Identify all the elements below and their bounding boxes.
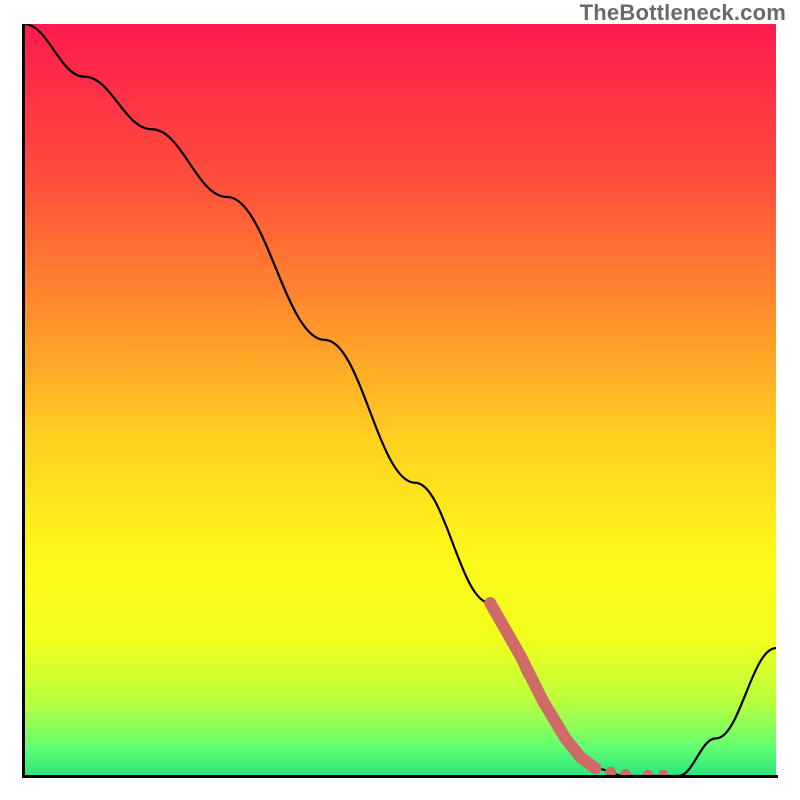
y-axis (22, 24, 25, 778)
plot-area (24, 24, 776, 776)
highlight-marker (490, 603, 668, 776)
line-layer (24, 24, 776, 776)
highlight-dot (590, 763, 601, 774)
x-axis (22, 775, 778, 778)
chart-stage: TheBottleneck.com (0, 0, 800, 800)
highlight-stroke (490, 603, 595, 768)
watermark-text: TheBottleneck.com (580, 0, 786, 26)
curve-line (24, 24, 776, 776)
